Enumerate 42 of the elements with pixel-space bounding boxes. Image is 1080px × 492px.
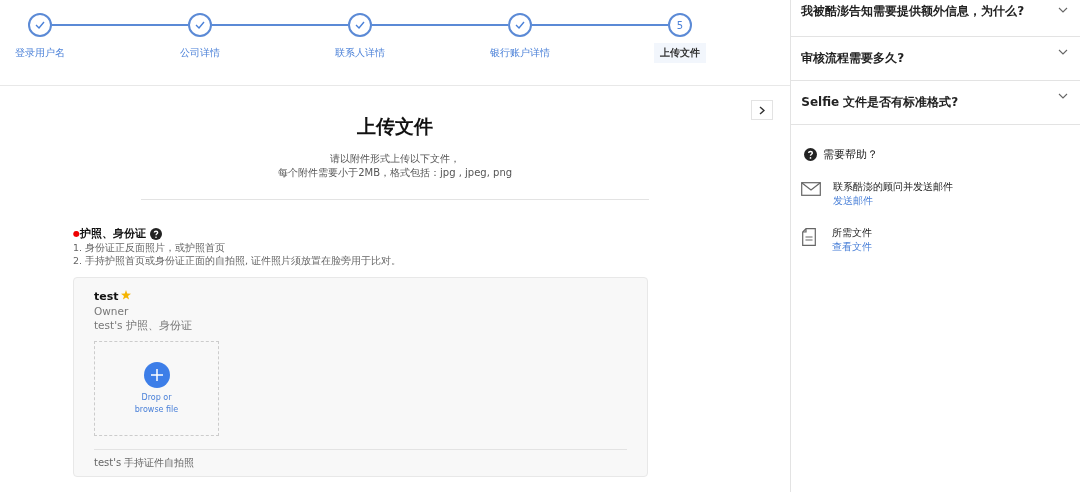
- required-mark: ●: [73, 229, 80, 238]
- faq-item[interactable]: Selfie 文件是否有标准格式?: [791, 81, 1080, 125]
- help-link[interactable]: 查看文件: [832, 240, 873, 254]
- help-item-title: 联系酷澎的顾问并发送邮件: [833, 180, 954, 194]
- section-title: 护照、身份证: [80, 226, 146, 241]
- faq-question: 我被酷澎告知需要提供额外信息，为什么?: [801, 3, 1025, 20]
- description-text: 每个附件需要小于2MB，格式包括：jpg , jpeg, png: [278, 166, 513, 180]
- help-icon: [804, 148, 818, 161]
- document-icon: [802, 228, 817, 246]
- step-label[interactable]: 联系人详情: [329, 43, 391, 63]
- add-icon: [143, 361, 170, 388]
- check-icon: [355, 21, 365, 29]
- dropzone-text: Drop or: [140, 391, 173, 404]
- chevron-right-icon: [759, 105, 766, 115]
- file-dropzone[interactable]: Drop or browse file: [94, 341, 219, 436]
- step-label[interactable]: 上传文件: [654, 43, 706, 63]
- document-label: test's 手持证件自拍照: [94, 456, 196, 470]
- help-link[interactable]: 发送邮件: [833, 194, 954, 208]
- step-number: 5: [676, 19, 684, 31]
- check-icon: [195, 21, 205, 29]
- instruction-text: 1. 身份证正反面照片，或护照首页: [73, 241, 227, 254]
- check-icon: [515, 21, 525, 29]
- faq-item[interactable]: 我被酷澎告知需要提供额外信息，为什么?: [791, 0, 1080, 37]
- faq-item[interactable]: 审核流程需要多久?: [791, 37, 1080, 81]
- collapse-button[interactable]: [751, 100, 774, 120]
- step-label[interactable]: 银行账户详情: [484, 43, 556, 63]
- check-icon: [35, 21, 45, 29]
- dropzone-text: browse file: [134, 403, 179, 416]
- instruction-text: 2. 手持护照首页或身份证正面的自拍照, 证件照片须放置在脸旁用于比对。: [73, 254, 403, 267]
- help-title: 需要帮助？: [823, 147, 879, 162]
- envelope-icon: [801, 182, 822, 196]
- help-item-title: 所需文件: [832, 226, 873, 240]
- document-label: test's 护照、身份证: [94, 319, 193, 333]
- page-title: 上传文件: [357, 114, 434, 139]
- description-text: 请以附件形式上传以下文件，: [329, 152, 462, 166]
- faq-question: 审核流程需要多久?: [801, 50, 905, 67]
- faq-question: Selfie 文件是否有标准格式?: [801, 94, 959, 111]
- step-label[interactable]: 公司详情: [174, 43, 226, 63]
- owner-role: Owner: [94, 305, 130, 317]
- owner-name: test: [94, 290, 119, 303]
- step-label[interactable]: 登录用户名: [9, 43, 71, 63]
- help-icon[interactable]: [150, 227, 162, 240]
